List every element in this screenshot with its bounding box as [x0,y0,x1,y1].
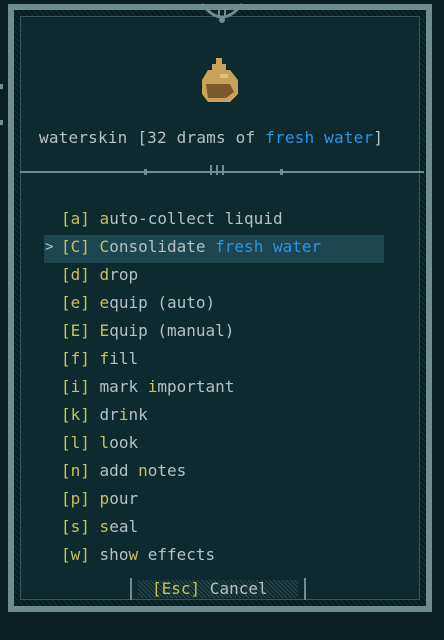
top-ornament-icon [200,3,244,23]
waterskin-icon [202,58,238,102]
menu-item-drop[interactable]: [d] drop [44,263,384,291]
menu-item-drink[interactable]: [k] drink [44,403,384,431]
cancel-button[interactable]: [Esc] Cancel [130,578,306,600]
menu-item-consolidate[interactable]: > [C] Consolidate fresh water [44,235,384,263]
item-name: waterskin [32 drams of [39,128,266,147]
menu-item-pour[interactable]: [p] pour [44,487,384,515]
liquid-name: fresh water [265,128,374,147]
menu-item-auto-collect[interactable]: [a] auto-collect liquid [44,207,384,235]
menu-item-look[interactable]: [l] look [44,431,384,459]
menu-item-fill[interactable]: [f] fill [44,347,384,375]
menu-item-equip-manual[interactable]: [E] Equip (manual) [44,319,384,347]
menu-item-mark-important[interactable]: [i] mark important [44,375,384,403]
menu-item-show-effects[interactable]: [w] show effects [44,543,384,571]
edge-marker [0,120,3,125]
section-divider [20,165,424,175]
menu-item-add-notes[interactable]: [n] add notes [44,459,384,487]
action-menu: [a] auto-collect liquid > [C] Consolidate… [44,207,384,571]
menu-item-equip-auto[interactable]: [e] equip (auto) [44,291,384,319]
cancel-left-bar [130,578,132,600]
menu-item-seal[interactable]: [s] seal [44,515,384,543]
edge-marker [0,84,3,89]
cancel-label: [Esc] Cancel [152,579,268,598]
selection-cursor: > [45,239,54,255]
item-title: waterskin [32 drams of fresh water] [39,128,419,150]
item-name-suffix: ] [373,128,384,147]
cancel-right-bar [304,578,306,600]
